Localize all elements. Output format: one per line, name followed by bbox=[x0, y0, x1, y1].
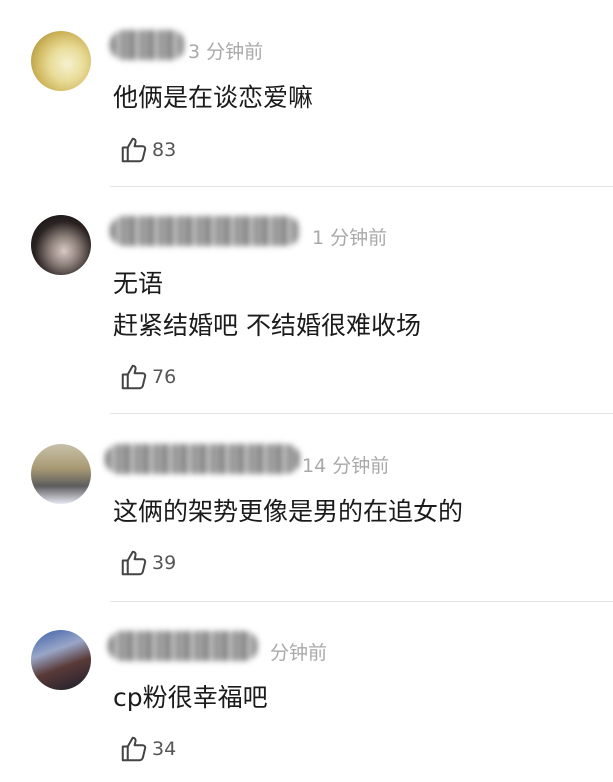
avatar[interactable] bbox=[31, 630, 91, 690]
username-redacted bbox=[110, 30, 185, 60]
comment-time: 14 分钟前 bbox=[302, 455, 390, 477]
comment-text: 他俩是在谈恋爱嘛 bbox=[113, 83, 314, 112]
avatar[interactable] bbox=[31, 31, 91, 91]
thumbs-up-icon bbox=[121, 364, 147, 390]
divider bbox=[110, 186, 613, 187]
username-redacted bbox=[108, 631, 258, 661]
avatar[interactable] bbox=[31, 444, 91, 504]
thumbs-up-icon bbox=[121, 137, 147, 163]
username-redacted bbox=[110, 216, 300, 246]
comment-text: cp粉很幸福吧 bbox=[113, 683, 268, 712]
divider bbox=[110, 413, 613, 414]
like-count: 39 bbox=[152, 552, 177, 574]
comment-text-line-1: 无语 bbox=[113, 269, 164, 298]
like-button[interactable]: 83 bbox=[119, 134, 176, 166]
thumbs-up-icon bbox=[121, 550, 147, 576]
comment-time: 3 分钟前 bbox=[188, 41, 264, 63]
comment-text-line-2: 赶紧结婚吧 不结婚很难收场 bbox=[113, 311, 421, 340]
like-count: 83 bbox=[152, 139, 177, 161]
divider bbox=[110, 601, 613, 602]
comment-time: 1 分钟前 bbox=[312, 227, 388, 249]
comment-text: 这俩的架势更像是男的在追女的 bbox=[113, 497, 464, 526]
like-button[interactable]: 76 bbox=[119, 361, 176, 393]
like-count: 34 bbox=[152, 738, 177, 760]
comment-time: 分钟前 bbox=[270, 642, 328, 664]
like-button[interactable]: 34 bbox=[119, 733, 176, 765]
like-button[interactable]: 39 bbox=[119, 547, 176, 579]
like-count: 76 bbox=[152, 366, 177, 388]
username-redacted bbox=[105, 444, 300, 474]
avatar[interactable] bbox=[31, 215, 91, 275]
thumbs-up-icon bbox=[121, 736, 147, 762]
